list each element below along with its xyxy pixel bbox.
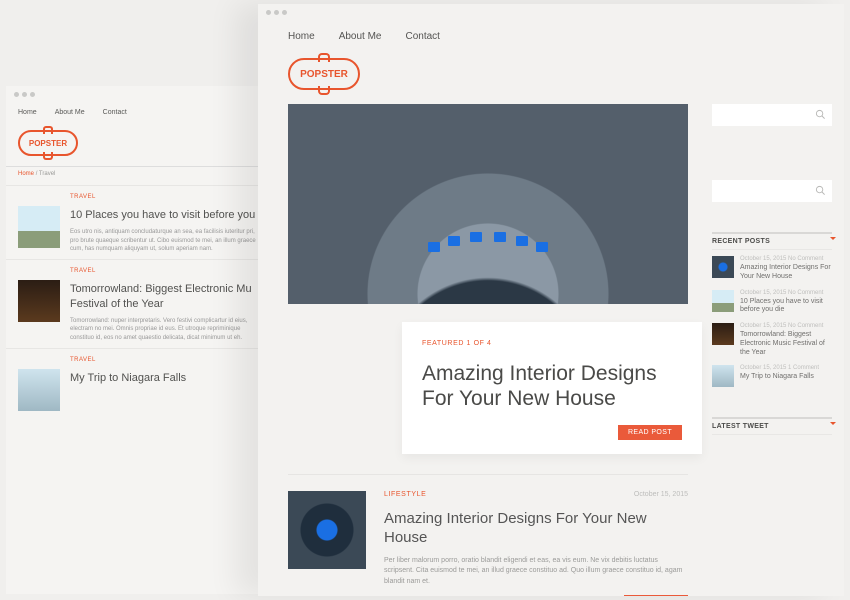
search-icon <box>815 109 826 120</box>
post-thumb <box>712 256 734 278</box>
post-category[interactable]: TRAVEL <box>70 357 264 363</box>
nav-bar: Home About Me Contact <box>6 103 276 126</box>
post-date: October 15, 2015 <box>634 491 688 498</box>
search-input[interactable] <box>712 104 832 126</box>
nav-home[interactable]: Home <box>18 109 37 116</box>
latest-tweet-heading: LATEST TWEET <box>712 417 832 435</box>
preview-window: Home About Me Contact POPSTER Home / Tra… <box>6 86 276 594</box>
nav-contact[interactable]: Contact <box>103 109 127 116</box>
dome-graphic <box>288 104 688 304</box>
list-item: LIFESTYLE October 15, 2015 Amazing Inter… <box>288 474 688 596</box>
sidebar: RECENT POSTS October 15, 2015 No Comment… <box>712 104 832 596</box>
nav-about[interactable]: About Me <box>55 109 85 116</box>
nav-about[interactable]: About Me <box>339 31 382 42</box>
nav-home[interactable]: Home <box>288 31 315 42</box>
post-excerpt: Eos utro nis, antiquam concludaturque an… <box>70 228 264 253</box>
post-thumb <box>712 365 734 387</box>
brand-logo[interactable]: POPSTER <box>288 58 360 90</box>
main-window: Home About Me Contact POPSTER FEATURED 1… <box>258 4 844 596</box>
nav-bar: Home About Me Contact <box>258 21 844 54</box>
breadcrumb-current: Travel <box>39 171 55 177</box>
post-thumb <box>18 206 60 248</box>
list-item[interactable]: TRAVEL 10 Places you have to visit befor… <box>6 185 276 259</box>
search-input[interactable] <box>712 180 832 202</box>
post-thumb <box>18 369 60 411</box>
post-meta: October 15, 2015 1 Comment <box>740 365 819 371</box>
hero-image: FEATURED 1 OF 4 Amazing Interior Designs… <box>288 104 688 304</box>
post-title[interactable]: Amazing Interior Designs For Your New Ho… <box>384 510 688 548</box>
read-post-button[interactable]: READ POST <box>618 425 682 440</box>
post-title[interactable]: 10 Places you have to visit before you <box>70 208 264 222</box>
post-category[interactable]: LIFESTYLE <box>384 491 426 498</box>
post-title[interactable]: My Trip to Niagara Falls <box>70 371 264 385</box>
post-title[interactable]: Tomorrowland: Biggest Electronic Mu Fest… <box>70 282 264 311</box>
post-title[interactable]: 10 Places you have to visit before you d… <box>740 298 832 316</box>
featured-label: FEATURED 1 OF 4 <box>422 340 682 347</box>
post-excerpt: Per liber malorum porro, oratio blandit … <box>384 556 688 588</box>
recent-posts-heading: RECENT POSTS <box>712 232 832 250</box>
search-icon <box>815 185 826 196</box>
divider <box>6 166 276 167</box>
post-thumb <box>18 280 60 322</box>
post-excerpt: Tomorrowland: nuper interpretaris. Vero … <box>70 317 264 342</box>
featured-title[interactable]: Amazing Interior Designs For Your New Ho… <box>422 361 682 411</box>
breadcrumb: Home / Travel <box>6 171 276 185</box>
recent-post-item[interactable]: October 15, 2015 No Comment 10 Places you… <box>712 290 832 316</box>
breadcrumb-sep: / <box>36 171 38 177</box>
window-dots <box>258 4 844 21</box>
post-meta: October 15, 2015 No Comment <box>740 256 832 262</box>
breadcrumb-home[interactable]: Home <box>18 171 34 177</box>
read-post-button[interactable]: READ POST <box>624 595 688 596</box>
nav-contact[interactable]: Contact <box>406 31 440 42</box>
list-item[interactable]: TRAVEL Tomorrowland: Biggest Electronic … <box>6 259 276 348</box>
post-meta: October 15, 2015 No Comment <box>740 290 832 296</box>
featured-card: FEATURED 1 OF 4 Amazing Interior Designs… <box>402 322 702 454</box>
brand-logo[interactable]: POPSTER <box>18 130 78 156</box>
window-dots <box>6 86 276 103</box>
post-title[interactable]: My Trip to Niagara Falls <box>740 373 819 382</box>
recent-post-item[interactable]: October 15, 2015 No Comment Amazing Inter… <box>712 256 832 282</box>
list-item[interactable]: TRAVEL My Trip to Niagara Falls <box>6 348 276 417</box>
recent-post-item[interactable]: October 15, 2015 No Comment Tomorrowland:… <box>712 323 832 357</box>
post-thumb <box>712 290 734 312</box>
recent-post-item[interactable]: October 15, 2015 1 Comment My Trip to Nia… <box>712 365 832 387</box>
post-title[interactable]: Amazing Interior Designs For Your New Ho… <box>740 264 832 282</box>
post-category[interactable]: TRAVEL <box>70 268 264 274</box>
post-category[interactable]: TRAVEL <box>70 194 264 200</box>
post-thumb[interactable] <box>288 491 366 569</box>
post-thumb <box>712 323 734 345</box>
post-meta: October 15, 2015 No Comment <box>740 323 832 329</box>
post-title[interactable]: Tomorrowland: Biggest Electronic Music F… <box>740 331 832 357</box>
content-column: FEATURED 1 OF 4 Amazing Interior Designs… <box>288 104 688 596</box>
